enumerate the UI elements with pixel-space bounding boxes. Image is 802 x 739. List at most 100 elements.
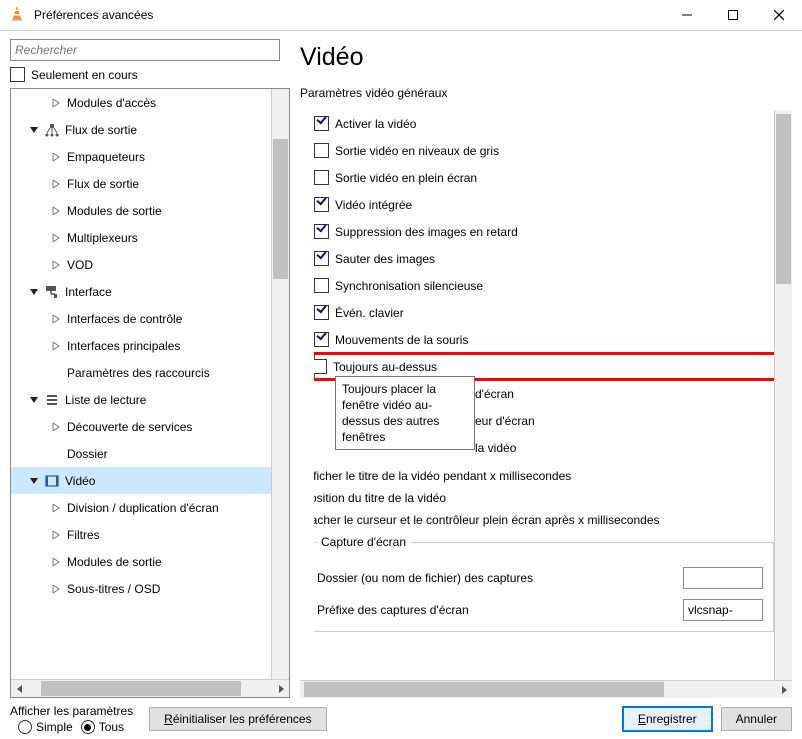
- folder-input[interactable]: [683, 567, 763, 589]
- tree-item-label: Division / duplication d'écran: [67, 501, 219, 515]
- radio-tous-label: Tous: [99, 720, 124, 734]
- chevron-right-icon[interactable]: [49, 339, 63, 353]
- section-label: Paramètres vidéo généraux: [300, 86, 792, 100]
- option-checkbox[interactable]: [314, 332, 329, 347]
- scroll-right-icon[interactable]: [272, 680, 289, 697]
- chevron-right-icon[interactable]: [49, 204, 63, 218]
- radio-simple[interactable]: [18, 720, 32, 734]
- tooltip: Toujours placer la fenêtre vidéo au-dess…: [335, 376, 475, 450]
- tree-item-label: Interface: [65, 285, 112, 299]
- tree-item[interactable]: Division / duplication d'écran: [11, 494, 271, 521]
- tree-item-label: Modules de sortie: [67, 555, 162, 569]
- tree-item[interactable]: Dossier: [11, 440, 271, 467]
- tree-item[interactable]: Interface: [11, 278, 271, 305]
- radio-tous[interactable]: [81, 720, 95, 734]
- minimize-button[interactable]: [664, 0, 710, 30]
- screenshot-group: Capture d'écran Dossier (ou nom de fichi…: [314, 535, 774, 632]
- left-panel: Seulement en cours Modules d'accèsFlux d…: [10, 39, 290, 698]
- option-row: Suppression des images en retard: [314, 218, 774, 245]
- option-checkbox[interactable]: [314, 170, 329, 185]
- tree-item-label: Empaqueteurs: [67, 150, 145, 164]
- chevron-right-icon[interactable]: [49, 231, 63, 245]
- tree-item[interactable]: Filtres: [11, 521, 271, 548]
- chevron-right-icon[interactable]: [49, 177, 63, 191]
- maximize-button[interactable]: [710, 0, 756, 30]
- option-row: Sortie vidéo en plein écran: [314, 164, 774, 191]
- tree-item-label: Interfaces principales: [67, 339, 180, 353]
- save-button[interactable]: Enregistrer: [622, 706, 713, 732]
- tree-item-label: VOD: [67, 258, 93, 272]
- tree-item-label: Paramètres des raccourcis: [67, 366, 210, 380]
- tree-item[interactable]: Interfaces principales: [11, 332, 271, 359]
- option-label: Toujours au-dessus: [333, 360, 437, 374]
- prefix-label: Préfixe des captures d'écran: [317, 603, 673, 617]
- tree-item[interactable]: VOD: [11, 251, 271, 278]
- tree-item-label: Découverte de services: [67, 420, 192, 434]
- tree-item[interactable]: Modules de sortie: [11, 548, 271, 575]
- scroll-left-icon[interactable]: [11, 680, 28, 697]
- reset-button[interactable]: Réinitialiser les préférences: [149, 707, 326, 731]
- list-icon: [45, 393, 59, 407]
- option-checkbox[interactable]: [314, 224, 329, 239]
- tree-item[interactable]: Empaqueteurs: [11, 143, 271, 170]
- paint-icon: [45, 285, 59, 299]
- option-checkbox[interactable]: [314, 197, 329, 212]
- tree-item[interactable]: Modules d'accès: [11, 89, 271, 116]
- tree-item[interactable]: Modules de sortie: [11, 197, 271, 224]
- content-vertical-scrollbar[interactable]: [774, 110, 792, 681]
- chevron-right-icon[interactable]: [49, 150, 63, 164]
- option-row: Synchronisation silencieuse: [314, 272, 774, 299]
- option-checkbox[interactable]: [314, 143, 329, 158]
- chevron-down-icon[interactable]: [27, 123, 41, 137]
- tree-item-label: Modules de sortie: [67, 204, 162, 218]
- option-label: Vidéo intégrée: [335, 198, 412, 212]
- tree-horizontal-scrollbar[interactable]: [11, 679, 289, 697]
- tree-item[interactable]: Découverte de services: [11, 413, 271, 440]
- prefix-input[interactable]: [683, 599, 763, 621]
- chevron-right-icon[interactable]: [49, 528, 63, 542]
- option-label: Mouvements de la souris: [335, 333, 468, 347]
- chevron-right-icon[interactable]: [49, 555, 63, 569]
- scroll-right-icon[interactable]: [775, 681, 792, 698]
- option-checkbox[interactable]: [314, 251, 329, 266]
- tree-item[interactable]: Interfaces de contrôle: [11, 305, 271, 332]
- chevron-down-icon[interactable]: [27, 474, 41, 488]
- option-checkbox[interactable]: [314, 116, 329, 131]
- chevron-right-icon[interactable]: [49, 420, 63, 434]
- option-row: Activer la vidéo: [314, 110, 774, 137]
- tree-item-label: Modules d'accès: [67, 96, 156, 110]
- category-tree[interactable]: Modules d'accès Flux de sortie Empaqueteur…: [10, 88, 290, 698]
- option-label: Activer la vidéo: [335, 117, 416, 131]
- tree-vertical-scrollbar[interactable]: [271, 89, 289, 680]
- show-params-label: Afficher les paramètres: [10, 704, 133, 718]
- chevron-right-icon[interactable]: [49, 582, 63, 596]
- option-checkbox[interactable]: [314, 305, 329, 320]
- option-label: d'écran: [475, 387, 514, 401]
- content-horizontal-scrollbar[interactable]: [300, 680, 792, 698]
- chevron-down-icon[interactable]: [27, 393, 41, 407]
- option-label: Sauter des images: [335, 252, 435, 266]
- tree-item[interactable]: Sous-titres / OSD: [11, 575, 271, 602]
- chevron-right-icon[interactable]: [49, 312, 63, 326]
- chevron-right-icon[interactable]: [49, 96, 63, 110]
- subheading: Afficher le titre de la vidéo pendant x …: [314, 469, 774, 483]
- search-input[interactable]: [10, 39, 280, 61]
- chevron-down-icon[interactable]: [27, 285, 41, 299]
- window-title: Préférences avancées: [34, 8, 664, 22]
- only-current-checkbox[interactable]: [10, 67, 25, 82]
- tree-item[interactable]: Vidéo: [11, 467, 271, 494]
- tree-item-label: Liste de lecture: [65, 393, 146, 407]
- cancel-button[interactable]: Annuler: [721, 707, 792, 731]
- tree-item[interactable]: Flux de sortie: [11, 170, 271, 197]
- tree-item[interactable]: Liste de lecture: [11, 386, 271, 413]
- tree-item[interactable]: Flux de sortie: [11, 116, 271, 143]
- option-checkbox[interactable]: [314, 359, 327, 374]
- option-checkbox[interactable]: [314, 278, 329, 293]
- close-button[interactable]: [756, 0, 802, 30]
- chevron-right-icon[interactable]: [49, 501, 63, 515]
- tree-item[interactable]: Multiplexeurs: [11, 224, 271, 251]
- chevron-right-icon[interactable]: [49, 258, 63, 272]
- option-row: Évén. clavier: [314, 299, 774, 326]
- tree-item-label: Flux de sortie: [65, 123, 137, 137]
- tree-item[interactable]: Paramètres des raccourcis: [11, 359, 271, 386]
